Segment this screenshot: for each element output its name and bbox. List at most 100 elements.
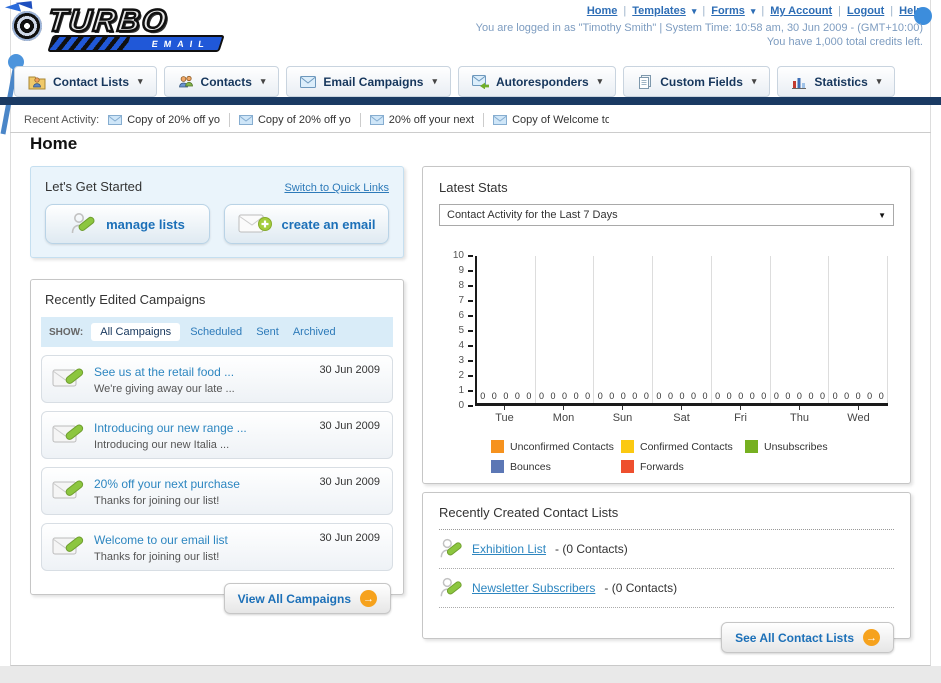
data-value-label: 0 [855,391,861,401]
credits-text: You have 1,000 total credits left. [766,36,923,48]
recent-activity-item[interactable]: Copy of 20% off yo [108,114,220,126]
turbo-email-logo[interactable]: TURBO EMAIL [4,1,248,59]
recent-activity-item[interactable]: 20% off your next [369,114,474,126]
x-axis-label: Mon [534,406,593,424]
header-link-logout[interactable]: Logout [847,5,884,17]
nav-tab-custom-fields[interactable]: Custom Fields ▾ [623,66,771,97]
page-footer-strip [0,666,941,683]
data-value-label: 0 [726,391,732,401]
nav-tab-label: Statistics [814,74,868,89]
select-arrow-icon: ▼ [878,210,886,220]
contact-list-count: - (0 Contacts) [555,542,628,556]
campaign-row[interactable]: 20% off your next purchase Thanks for jo… [41,467,393,515]
campaign-row[interactable]: Introducing our new range ... Introducin… [41,411,393,459]
envelope-arrow-icon [471,74,489,89]
campaign-subtitle: We're giving away our late ... [94,383,235,395]
view-all-campaigns-button[interactable]: View All Campaigns → [223,583,391,614]
campaign-row[interactable]: Welcome to our email list Thanks for joi… [41,523,393,571]
legend-swatch [745,440,758,453]
nav-divider-bar [0,97,941,105]
x-labels: Tue Mon Sun Sat Fri Thu Wed [475,406,888,424]
envelope-pencil-icon [52,476,86,504]
y-tick-mark [468,360,473,362]
person-pencil-icon [439,537,463,561]
campaign-title-link[interactable]: Introducing our new range ... [94,421,247,435]
person-pencil-icon [439,576,463,600]
campaign-date: 30 Jun 2009 [319,476,380,488]
chevron-down-icon: ▾ [876,76,882,86]
envelope-icon [238,115,253,125]
nav-tab-contact-lists[interactable]: Contact Lists ▾ [14,66,157,97]
chart-day-group: 00000 [652,256,711,403]
switch-quick-links[interactable]: Switch to Quick Links [284,182,389,194]
y-tick-label: 0 [458,400,464,411]
contact-activity-chart: 0 1 2 3 4 5 6 7 8 9 10 000000000000000000000000000… [453,251,889,424]
manage-lists-button[interactable]: manage lists [45,204,210,244]
data-value-label: 0 [597,391,603,401]
y-tick-mark [468,255,473,257]
contact-list-link[interactable]: Newsletter Subscribers [472,581,595,595]
campaign-title-link[interactable]: 20% off your next purchase [94,477,240,491]
tab-all-campaigns[interactable]: All Campaigns [91,323,181,341]
tab-archived[interactable]: Archived [293,326,336,338]
contact-list-row[interactable]: Newsletter Subscribers - (0 Contacts) [439,569,894,608]
campaign-title-link[interactable]: Welcome to our email list [94,533,228,547]
legend-swatch [491,440,504,453]
y-tick-label: 5 [458,325,464,336]
header-link-templates[interactable]: Templates [632,5,686,17]
header-link-forms[interactable]: Forms [711,5,745,17]
y-tick-mark [468,270,473,272]
get-started-title: Let's Get Started [45,179,143,194]
chart-day-group: 00000 [710,256,770,403]
x-axis-label: Sun [593,406,652,424]
header-link-my-account[interactable]: My Account [770,5,832,17]
legend-swatch [621,460,634,473]
data-value-label: 0 [480,391,486,401]
recent-activity-item[interactable]: Copy of 20% off yo [238,114,351,126]
envelope-icon [369,115,384,125]
latest-stats-panel: Latest Stats Contact Activity for the La… [422,166,911,484]
data-value-label: 0 [620,391,626,401]
logo-title: TURBO [45,2,171,40]
y-tick-mark [468,315,473,317]
recent-activity-item[interactable]: Copy of Welcome to [493,114,609,126]
see-all-contact-lists-button[interactable]: See All Contact Lists → [721,622,894,653]
chart-day-group: 00000 [769,256,829,403]
contact-lists-folder-icon [28,74,46,90]
data-value-label: 0 [585,391,591,401]
legend-swatch [491,460,504,473]
tab-scheduled[interactable]: Scheduled [190,326,242,338]
x-axis-label: Wed [829,406,888,424]
tab-sent[interactable]: Sent [256,326,279,338]
recent-activity-label: Recent Activity: [24,114,100,126]
y-tick-mark [468,390,473,392]
contact-list-row[interactable]: Exhibition List - (0 Contacts) [439,530,894,569]
create-email-button[interactable]: create an email [224,204,389,244]
data-value-label: 0 [867,391,873,401]
nav-tab-autoresponders[interactable]: Autoresponders ▾ [457,66,617,97]
nav-tab-contacts[interactable]: Contacts ▾ [163,66,280,97]
nav-tab-email-campaigns[interactable]: Email Campaigns ▾ [286,66,451,97]
contact-list-link[interactable]: Exhibition List [472,542,546,556]
data-value-label: 0 [844,391,850,401]
contact-lists-title: Recently Created Contact Lists [439,505,619,520]
data-value-label: 0 [832,391,838,401]
x-axis-label: Sat [652,406,711,424]
bar-chart-icon [791,75,807,89]
nav-tab-statistics[interactable]: Statistics ▾ [777,66,896,97]
latest-stats-title: Latest Stats [439,180,508,195]
data-value-label: 0 [514,391,520,401]
y-tick-label: 2 [458,370,464,381]
campaign-title-link[interactable]: See us at the retail food ... [94,365,234,379]
nav-tab-label: Contacts [200,74,252,89]
chevron-down-icon: ▾ [691,5,697,16]
header-link-home[interactable]: Home [587,5,618,17]
data-value-label: 0 [749,391,755,401]
stats-period-select[interactable]: Contact Activity for the Last 7 Days ▼ [439,204,894,226]
page-title: Home [30,134,78,153]
legend-item: Bounces [491,460,621,473]
data-value-label: 0 [491,391,497,401]
envelope-pencil-icon [52,420,86,448]
y-tick-mark [468,375,473,377]
campaign-row[interactable]: See us at the retail food ... We're givi… [41,355,393,403]
